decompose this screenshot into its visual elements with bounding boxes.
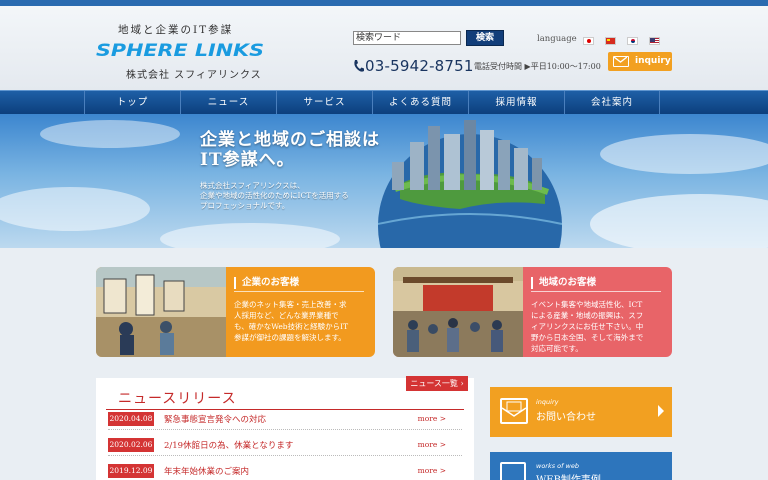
nav-item-faq[interactable]: よくある質問 [372, 91, 468, 114]
header-inquiry-button[interactable]: inquiry [608, 52, 672, 71]
news-item-title[interactable]: 2/19休館日の為、休業となります [164, 439, 293, 451]
main-nav: トップ ニュース サービス よくある質問 採用情報 会社案内 [0, 90, 768, 114]
region-ukiyoe-image [393, 267, 523, 357]
nav-item-news[interactable]: ニュース [180, 91, 276, 114]
news-list-button[interactable]: ニュース一覧 › [406, 376, 468, 391]
region-card-title: 地域のお客様 [531, 277, 596, 289]
monitor-icon [500, 462, 526, 480]
news-date-badge: 2020.04.08 [108, 412, 154, 426]
sidebar-inquiry-en: inquiry [536, 398, 559, 406]
sidebar-web-jp: WEB制作事例 [536, 471, 601, 480]
sidebar-web-works-banner[interactable]: works of web WEB制作事例 [490, 452, 672, 480]
phone-icon [354, 60, 364, 72]
business-card-title: 企業のお客様 [234, 277, 299, 289]
china-flag-icon[interactable] [605, 37, 616, 45]
business-customer-card[interactable]: 企業のお客様 企業のネット集客・売上改善・求 人採用など、どんな業界業種で も、… [96, 267, 375, 357]
svg-text:SPHERE LINKS: SPHERE LINKS [96, 41, 264, 60]
news-item[interactable]: 2020.02.06 2/19休館日の為、休業となります more > [108, 436, 462, 456]
japan-flag-icon[interactable] [583, 37, 594, 45]
nav-item-top[interactable]: トップ [84, 91, 180, 114]
site-header: 地域と企業のIT参謀 SPHERE LINKS 株式会社 スフィアリンクス 検索… [0, 6, 768, 90]
arrow-right-icon [658, 405, 664, 417]
news-date-badge: 2019.12.09 [108, 464, 154, 478]
hero-banner: 企業と地域のご相談は IT参謀へ。 株式会社スフィアリンクスは、 企業や地域の活… [0, 114, 768, 248]
business-card-text: 企業のネット集客・売上改善・求 人採用など、どんな業界業種で も、確かなWeb技… [234, 300, 349, 342]
company-name: 株式会社 スフィアリンクス [126, 70, 262, 81]
usa-flag-icon[interactable] [649, 37, 660, 45]
language-label: language [537, 34, 577, 44]
phone-number[interactable]: 03-5942-8751 [365, 57, 474, 75]
news-date-badge: 2020.02.06 [108, 438, 154, 452]
sidebar-web-en: works of web [536, 462, 579, 470]
sidebar-inquiry-jp: お問い合わせ [536, 412, 596, 423]
sidebar-inquiry-banner[interactable]: inquiry お問い合わせ [490, 387, 672, 437]
news-release-section: ニュースリリース ニュース一覧 › 2020.04.08 緊急事態宣言発令への対… [96, 376, 474, 480]
business-ukiyoe-image [96, 267, 226, 357]
nav-item-services[interactable]: サービス [276, 91, 372, 114]
envelope-icon [613, 56, 629, 67]
news-item-title[interactable]: 緊急事態宣言発令への対応 [164, 413, 266, 425]
region-customer-card[interactable]: 地域のお客様 イベント集客や地域活性化、ICT による産業・地域の振興は、スフ … [393, 267, 672, 357]
korea-flag-icon[interactable] [627, 37, 638, 45]
region-card-text: イベント集客や地域活性化、ICT による産業・地域の振興は、スフ ィアリンクスに… [531, 300, 644, 353]
site-logo[interactable]: SPHERE LINKS [96, 40, 266, 60]
site-tagline: 地域と企業のIT参謀 [118, 24, 234, 36]
search-button[interactable]: 検索 [466, 30, 504, 46]
news-section-title: ニュースリリース [118, 391, 237, 407]
region-card-divider [531, 291, 661, 292]
envelope-letter-icon [500, 398, 528, 424]
search-input[interactable] [353, 31, 461, 45]
news-item-title[interactable]: 年末年始休業のご案内 [164, 465, 249, 477]
header-inquiry-label: inquiry [635, 56, 671, 66]
news-more-link[interactable]: more > [418, 414, 446, 423]
business-card-divider [234, 291, 364, 292]
hero-description: 株式会社スフィアリンクスは、 企業や地域の活性化のためにICTを活用する プロフ… [200, 181, 349, 210]
news-more-link[interactable]: more > [418, 466, 446, 475]
phone-hours: 電話受付時間 ▶平日10:00〜17:00 [474, 62, 601, 71]
nav-item-company[interactable]: 会社案内 [564, 91, 660, 114]
news-item[interactable]: 2019.12.09 年末年始休業のご案内 more > [108, 462, 462, 480]
news-item[interactable]: 2020.04.08 緊急事態宣言発令への対応 more > [108, 410, 462, 430]
hero-title: 企業と地域のご相談は IT参謀へ。 [200, 130, 380, 170]
news-more-link[interactable]: more > [418, 440, 446, 449]
nav-item-recruit[interactable]: 採用情報 [468, 91, 564, 114]
hero-globe-illustration [0, 120, 768, 248]
